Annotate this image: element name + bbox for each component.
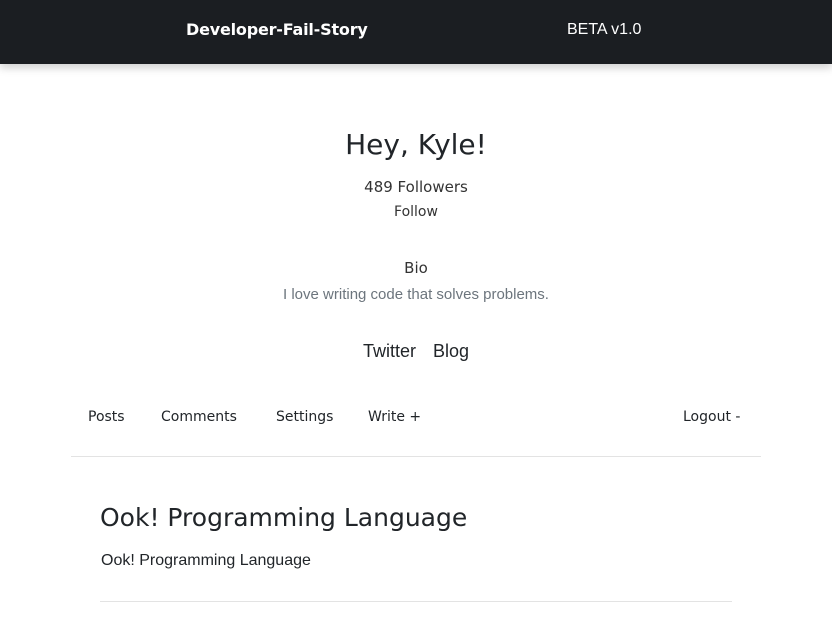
version-label: BETA v1.0	[567, 21, 642, 38]
profile-greeting: Hey, Kyle!	[345, 128, 487, 161]
bio-heading: Bio	[404, 259, 428, 277]
social-links: Twitter Blog	[0, 341, 832, 362]
logout-button[interactable]: Logout -	[683, 409, 740, 425]
top-navbar: Developer-Fail-Story BETA v1.0	[0, 0, 832, 64]
twitter-link[interactable]: Twitter	[363, 341, 416, 361]
tab-settings[interactable]: Settings	[276, 409, 333, 425]
post-divider	[100, 601, 732, 602]
blog-link[interactable]: Blog	[433, 341, 469, 361]
profile-tab-bar: Posts Comments Settings Write + Logout -	[71, 398, 761, 457]
brand-logo-link[interactable]: Developer-Fail-Story	[186, 20, 368, 39]
tab-write[interactable]: Write +	[368, 409, 421, 425]
tab-posts[interactable]: Posts	[88, 409, 125, 425]
follow-button-label[interactable]: Follow	[394, 204, 438, 220]
follower-count: 489 Followers	[364, 178, 468, 196]
bio-text: I love writing code that solves problems…	[283, 286, 549, 303]
tab-comments[interactable]: Comments	[161, 409, 237, 425]
follow-button: Follow	[0, 204, 832, 220]
post-title[interactable]: Ook! Programming Language	[100, 503, 467, 532]
post-excerpt: Ook! Programming Language	[101, 552, 311, 569]
